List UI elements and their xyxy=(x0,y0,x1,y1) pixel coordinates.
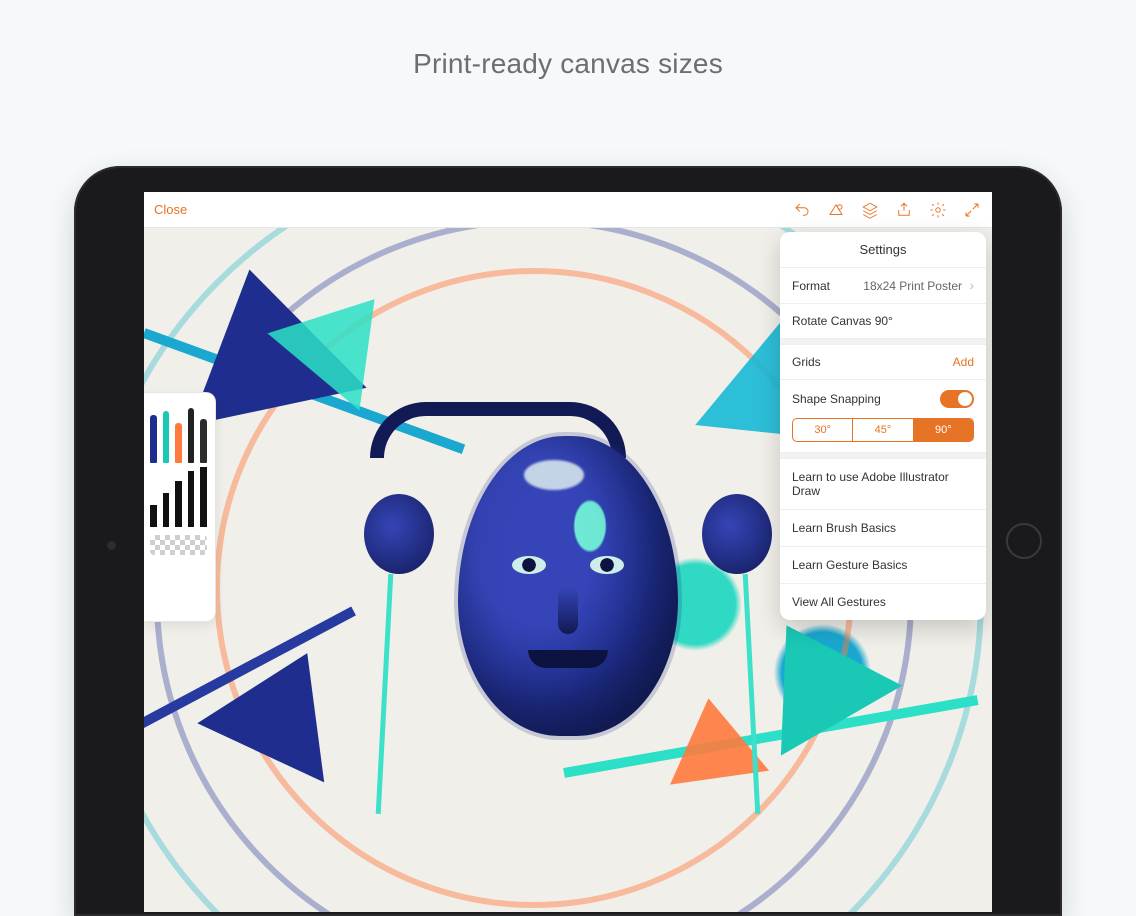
angle-option-45[interactable]: 45° xyxy=(852,419,912,441)
brush-swatch[interactable] xyxy=(150,415,157,463)
format-row[interactable]: Format 18x24 Print Poster › xyxy=(780,267,986,303)
fullscreen-icon[interactable] xyxy=(962,200,982,220)
brush-size[interactable] xyxy=(175,481,182,527)
brush-panel[interactable] xyxy=(144,392,216,622)
share-icon[interactable] xyxy=(894,200,914,220)
settings-popover: Settings Format 18x24 Print Poster › Rot… xyxy=(780,232,986,620)
learn-brush-link[interactable]: Learn Brush Basics xyxy=(780,509,986,546)
rotate-label: Rotate Canvas 90° xyxy=(792,314,893,328)
page-heading: Print-ready canvas sizes xyxy=(0,48,1136,80)
view-gestures-link[interactable]: View All Gestures xyxy=(780,583,986,620)
illustration-face xyxy=(388,374,748,834)
shape-icon[interactable] xyxy=(826,200,846,220)
grids-row[interactable]: Grids Add xyxy=(780,344,986,379)
format-value-wrap: 18x24 Print Poster › xyxy=(863,278,974,293)
home-button xyxy=(1006,523,1042,559)
brush-size[interactable] xyxy=(188,471,195,527)
device-frame: Close xyxy=(74,166,1062,916)
transparency-swatch[interactable] xyxy=(150,535,207,555)
grids-label: Grids xyxy=(792,355,821,369)
angle-option-30[interactable]: 30° xyxy=(793,419,852,441)
format-label: Format xyxy=(792,279,830,293)
brush-swatch[interactable] xyxy=(200,419,207,463)
format-value: 18x24 Print Poster xyxy=(863,279,962,293)
layers-icon[interactable] xyxy=(860,200,880,220)
rotate-canvas-row[interactable]: Rotate Canvas 90° xyxy=(780,303,986,338)
brush-row-sizes[interactable] xyxy=(150,467,207,527)
brush-size[interactable] xyxy=(200,467,207,527)
toolbar-icon-group xyxy=(792,200,982,220)
close-button[interactable]: Close xyxy=(154,202,187,217)
shape-snapping-row: Shape Snapping xyxy=(780,379,986,418)
app-screen: Close xyxy=(144,192,992,912)
top-toolbar: Close xyxy=(144,192,992,228)
snap-toggle[interactable] xyxy=(940,390,974,408)
brush-swatch[interactable] xyxy=(163,411,170,463)
chevron-right-icon: › xyxy=(969,277,974,293)
snap-label: Shape Snapping xyxy=(792,392,881,406)
brush-size[interactable] xyxy=(163,493,170,527)
brush-swatch[interactable] xyxy=(175,423,182,463)
grids-add-button[interactable]: Add xyxy=(953,355,974,369)
undo-icon[interactable] xyxy=(792,200,812,220)
brush-swatch[interactable] xyxy=(188,408,195,463)
angle-option-90[interactable]: 90° xyxy=(913,419,973,441)
angle-segmented-control[interactable]: 30° 45° 90° xyxy=(792,418,974,442)
learn-illustrator-link[interactable]: Learn to use Adobe Illustrator Draw xyxy=(780,458,986,509)
learn-gesture-link[interactable]: Learn Gesture Basics xyxy=(780,546,986,583)
settings-icon[interactable] xyxy=(928,200,948,220)
brush-size[interactable] xyxy=(150,505,157,527)
brush-row-colors[interactable] xyxy=(150,403,207,463)
settings-title: Settings xyxy=(780,232,986,267)
